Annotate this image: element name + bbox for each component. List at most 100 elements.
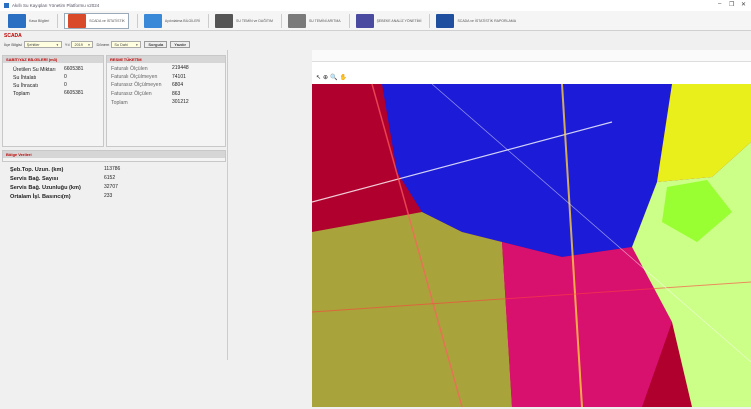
bolge-value-field[interactable]: 6152 [104,173,156,182]
resmi-value-field[interactable]: 219448 [172,65,222,71]
bolge-row: Servis Bağ. Uzunluğu (km) [10,185,81,191]
su-row-label: Su İhtalatı [13,75,37,81]
panel-splitter [228,50,312,407]
pan-tool-icon[interactable]: ✋ [340,74,347,81]
resmi-value-field[interactable]: 301212 [172,99,222,105]
toolbar-item[interactable]: ŞEBEKE ANALİZ YÖNETİMİ [355,13,422,29]
toolbar-item-label: SCADA ve İSTATİSTİK [89,18,125,23]
chevron-down-icon: ▼ [55,42,59,47]
su-row: Üretilen Su Miktarı [13,67,56,73]
resmi-value-field[interactable]: 74101 [172,74,222,80]
su-row: Su İhtalatı [13,75,36,81]
maximize-button[interactable]: ❐ [729,1,734,8]
toolbar-item[interactable]: SU TEMİN ve DAĞITIM [215,13,273,29]
su-row-label: Toplam [13,91,30,97]
toolbar-item-label: SU TEMİN ve DAĞITIM [236,18,273,23]
map-toolbar: ↖ ⊕ 🔍 ✋ [316,74,347,81]
window-title: Akıllı Su Kayıpları Yönetim Platformu v2… [12,3,100,8]
module-icon [215,13,234,28]
toolbar-separator [429,13,431,28]
toolbar-item-label: ŞEBEKE ANALİZ YÖNETİMİ [376,18,422,23]
donem-select[interactable]: Su Dahi ▼ [111,41,142,48]
resmi-row-label: Faturasız Ölçülmeyen [111,82,162,88]
resmi-row: Faturasız Ölçülen [111,91,152,97]
yil-label: Yıl [64,42,70,47]
filter-bar: İlçe Bilgisi Şehitler ▼ Yıl 2019 ▼ Dönem… [4,40,193,49]
resmi-tuketim-header: RESMİ TÜKETİM [107,56,225,63]
bolge-value-field[interactable]: 233 [104,191,156,200]
resmi-row: Faturalı Ölçülen [111,66,148,72]
resmi-row-label: Faturalı Ölçülmeyen [111,74,158,80]
su-value-field[interactable]: 6605381 [64,90,100,96]
resmi-row: Faturalı Ölçülmeyen [111,74,157,80]
toolbar-item-label: SCADA ve İSTATİSTİK RAPORLAMA [457,18,517,23]
yazdir-button[interactable]: Yazdır [170,41,191,48]
toolbar-separator [136,13,138,28]
toolbar-separator [280,13,282,28]
title-bar: Akıllı Su Kayıpları Yönetim Platformu v2… [0,0,751,11]
toolbar-item[interactable]: Kasa Bilgileri [8,13,49,29]
toolbar-item[interactable]: Aydınlatma BİLGİLERİ [143,13,201,29]
close-button[interactable]: ✕ [741,1,746,8]
toolbar-separator [208,13,210,28]
minimize-button[interactable]: – [718,1,721,7]
bolge-row-label: Servis Bağ. Sayısı [10,176,59,182]
su-value-field[interactable]: 0 [64,74,100,80]
su-value-field[interactable]: 0 [64,82,100,88]
main-toolbar: Kasa Bilgileri SCADA ve İSTATİSTİK Aydınla… [0,11,751,31]
bolge-value-field[interactable]: 32707 [104,182,156,191]
su-row: Su İhracatı [13,83,38,89]
resmi-row-label: Toplam [111,100,128,106]
toolbar-separator [348,13,350,28]
bolge-row: Ortalam İşl. Basıncı(m) [10,194,71,200]
bolge-row: Servis Bağ. Sayısı [10,176,58,182]
bolge-row: Şeb.Top. Uzun. (km) [10,167,63,173]
su-value-field[interactable]: 6605381 [64,66,100,72]
zoom-tool-icon[interactable]: 🔍 [330,74,337,81]
chevron-down-icon: ▼ [87,42,91,47]
toolbar-separator [57,13,59,28]
zoom-in-tool-icon[interactable]: ⊕ [323,74,328,81]
resmi-value-field[interactable]: 6804 [172,82,222,88]
pointer-tool-icon[interactable]: ↖ [316,74,321,81]
module-icon [436,13,455,28]
su-row-label: Üretilen Su Miktarı [13,67,56,73]
resmi-row-label: Faturasız Ölçülen [111,91,152,97]
ilce-label: İlçe Bilgisi [4,42,22,47]
bolge-header: Bölge Verileri [3,151,225,158]
ilce-select[interactable]: Şehitler ▼ [23,41,62,48]
scada-title: SCADA [4,33,22,39]
toolbar-item-label: Kasa Bilgileri [29,18,50,23]
left-footer [0,360,312,407]
toolbar-item[interactable]: SCADA ve İSTATİSTİK [64,12,129,29]
bolge-value-field[interactable]: 113786 [104,164,156,173]
sorgula-button[interactable]: Sorgula [144,41,168,48]
su-row: Toplam [13,91,30,97]
module-icon [68,13,87,28]
resmi-value-field[interactable]: 863 [172,91,222,97]
toolbar-item-label: SU TEMİNİ ARITMA [308,18,341,23]
app-icon [4,3,9,8]
bolge-row-label: Şeb.Top. Uzun. (km) [10,167,64,173]
resmi-row: Toplam [111,100,128,106]
toolbar-item-label: Aydınlatma BİLGİLERİ [164,18,201,23]
bolge-panel: Bölge Verileri [2,150,226,162]
su-bilgileri-header: SABİT/YAZ BİLGİLERİ (m3) [3,56,103,63]
map-view[interactable] [311,62,751,408]
ilce-select-value: Şehitler [26,42,40,47]
module-icon [355,13,374,28]
yil-select-value: 2019 [74,42,83,47]
map-header-strip [312,50,751,62]
donem-label: Dönem [96,42,110,47]
toolbar-item[interactable]: SCADA ve İSTATİSTİK RAPORLAMA [436,13,516,29]
resmi-row-label: Faturalı Ölçülen [111,66,148,72]
module-icon [287,13,306,28]
left-panel: SABİT/YAZ BİLGİLERİ (m3) Üretilen Su Mik… [0,50,228,360]
chevron-down-icon: ▼ [135,42,139,47]
donem-select-value: Su Dahi [114,42,128,47]
toolbar-item[interactable]: SU TEMİNİ ARITMA [287,13,341,29]
resmi-row: Faturasız Ölçülmeyen [111,82,161,88]
module-icon [143,13,162,28]
yil-select[interactable]: 2019 ▼ [71,41,94,48]
district-map [311,62,751,408]
